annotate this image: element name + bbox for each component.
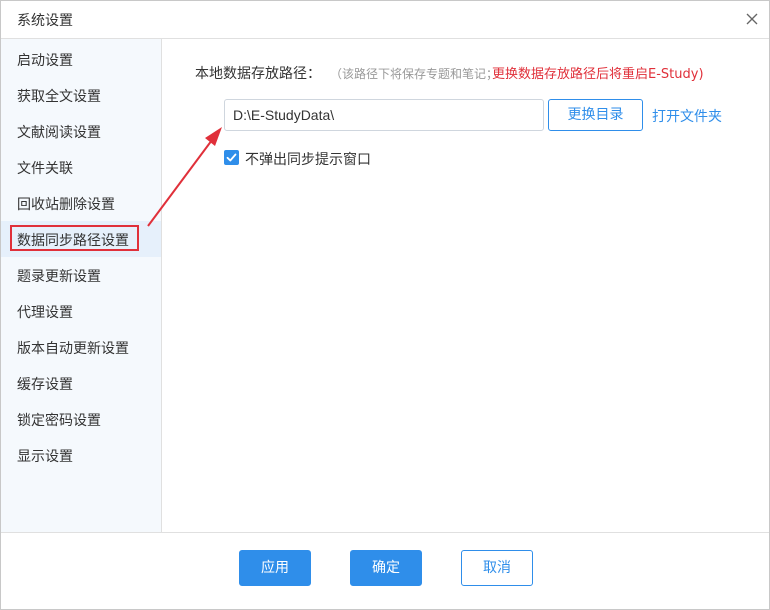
settings-content: 本地数据存放路径： （该路径下将保存专题和笔记； 更换数据存放路径后将重启E-S…	[162, 39, 769, 532]
sidebar-item-label: 显示设置	[17, 449, 73, 465]
sidebar-item-label: 代理设置	[17, 305, 73, 321]
cancel-button[interactable]: 取消	[461, 550, 533, 586]
sidebar-item-auto-update[interactable]: 版本自动更新设置	[1, 329, 161, 365]
sidebar-item-cache[interactable]: 缓存设置	[1, 365, 161, 401]
sidebar-item-proxy[interactable]: 代理设置	[1, 293, 161, 329]
sidebar-item-sync-path[interactable]: 数据同步路径设置	[1, 221, 161, 257]
sidebar-item-label: 文件关联	[17, 161, 73, 177]
sidebar-item-label: 版本自动更新设置	[17, 341, 129, 357]
sidebar-item-file-association[interactable]: 文件关联	[1, 149, 161, 185]
sidebar-item-label: 文献阅读设置	[17, 125, 101, 141]
sidebar-item-lock-password[interactable]: 锁定密码设置	[1, 401, 161, 437]
sidebar-item-recycle-bin[interactable]: 回收站删除设置	[1, 185, 161, 221]
no-popup-checkbox[interactable]	[224, 150, 239, 165]
change-directory-button[interactable]: 更换目录	[548, 99, 643, 131]
no-popup-label[interactable]: 不弹出同步提示窗口	[245, 149, 371, 169]
sidebar-item-label: 数据同步路径设置	[17, 233, 129, 249]
ok-button[interactable]: 确定	[350, 550, 422, 586]
sidebar-item-label: 锁定密码设置	[17, 413, 101, 429]
sidebar-item-label: 回收站删除设置	[17, 197, 115, 213]
path-warning: 更换数据存放路径后将重启E-Study)	[492, 67, 704, 82]
path-label: 本地数据存放路径：	[195, 66, 321, 82]
dialog-footer: 应用 确定 取消	[1, 532, 769, 609]
dialog-body: 启动设置 获取全文设置 文献阅读设置 文件关联 回收站删除设置 数据同步路径设置…	[1, 38, 769, 533]
settings-dialog: 系统设置 启动设置 获取全文设置 文献阅读设置 文件关联 回收站删除设置 数据同…	[0, 0, 770, 610]
sidebar-item-startup[interactable]: 启动设置	[1, 41, 161, 77]
window-title: 系统设置	[17, 13, 73, 29]
apply-button[interactable]: 应用	[239, 550, 311, 586]
sidebar-item-label: 获取全文设置	[17, 89, 101, 105]
path-input[interactable]	[224, 99, 544, 131]
sidebar-item-reading[interactable]: 文献阅读设置	[1, 113, 161, 149]
sidebar-item-display[interactable]: 显示设置	[1, 437, 161, 473]
check-icon	[226, 153, 237, 162]
open-folder-link[interactable]: 打开文件夹	[652, 106, 722, 126]
close-icon[interactable]	[743, 10, 761, 28]
path-hint: （该路径下将保存专题和笔记；	[330, 67, 499, 81]
sidebar-item-label: 启动设置	[17, 53, 73, 69]
settings-sidebar: 启动设置 获取全文设置 文献阅读设置 文件关联 回收站删除设置 数据同步路径设置…	[1, 39, 162, 532]
title-bar: 系统设置	[1, 1, 769, 37]
sidebar-item-label: 题录更新设置	[17, 269, 101, 285]
sidebar-item-fulltext[interactable]: 获取全文设置	[1, 77, 161, 113]
sidebar-item-record-update[interactable]: 题录更新设置	[1, 257, 161, 293]
sidebar-item-label: 缓存设置	[17, 377, 73, 393]
